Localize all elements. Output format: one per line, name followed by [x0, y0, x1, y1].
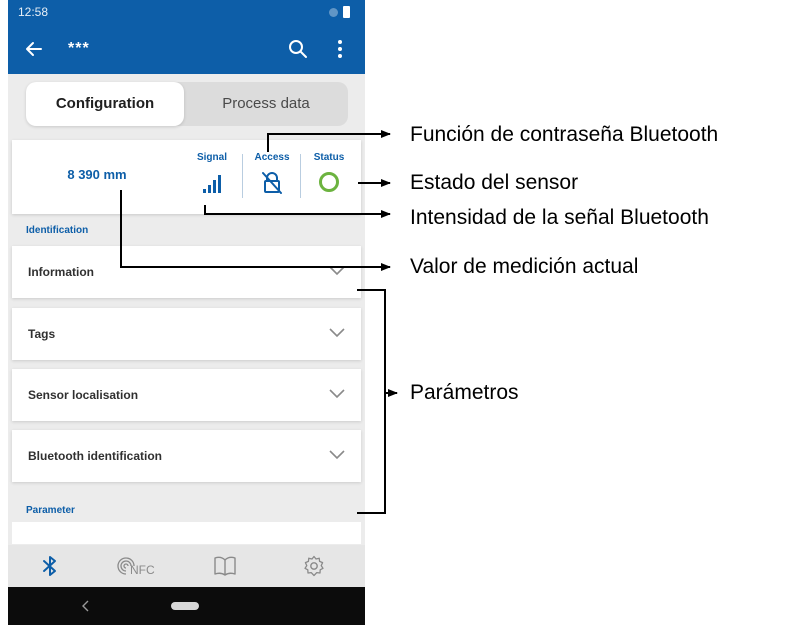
divider	[242, 154, 243, 198]
more-vert-icon[interactable]	[328, 37, 352, 61]
tab-process-data[interactable]: Process data	[184, 82, 348, 126]
chevron-down-icon	[329, 450, 345, 460]
chevron-down-icon	[329, 266, 345, 276]
book-icon[interactable]	[212, 554, 238, 578]
accordion-bluetooth-identification[interactable]: Bluetooth identification	[12, 430, 361, 482]
access-indicator: Access	[244, 152, 300, 202]
chevron-down-icon	[329, 389, 345, 399]
app-bar: ***	[8, 24, 365, 74]
chevron-down-icon	[329, 328, 345, 338]
annotation-signal-strength: Intensidad de la señal Bluetooth	[410, 206, 709, 229]
status-ring-icon	[319, 172, 339, 192]
battery-icon	[343, 6, 350, 18]
accordion-information[interactable]: Information	[12, 246, 361, 298]
accordion-tags[interactable]: Tags	[12, 308, 361, 360]
accordion-label: Sensor localisation	[28, 388, 139, 402]
accordion-sensor-localisation[interactable]: Sensor localisation	[12, 369, 361, 421]
nfc-label: NFC	[130, 563, 155, 577]
system-nav-bar	[8, 587, 365, 625]
phone-screen: 12:58 *** Configuration Process data 8 3…	[8, 0, 365, 625]
tab-bar: Configuration Process data	[26, 82, 348, 126]
nav-back-icon[interactable]	[80, 599, 92, 613]
signal-bars-icon	[203, 175, 221, 193]
annotation-measurement-value: Valor de medición actual	[410, 255, 639, 278]
nav-home-pill[interactable]	[171, 602, 199, 610]
lock-crossed-icon	[262, 172, 282, 194]
page-title: ***	[68, 40, 90, 57]
tab-configuration[interactable]: Configuration	[26, 82, 184, 126]
wifi-icon	[329, 8, 338, 17]
annotation-parameters: Parámetros	[410, 381, 519, 404]
status-label: Status	[313, 152, 345, 163]
status-bar: 12:58	[8, 0, 365, 24]
measurement-value: 8 390 mm	[67, 167, 127, 182]
status-time: 12:58	[18, 5, 49, 19]
annotation-bluetooth-password: Función de contraseña Bluetooth	[410, 123, 719, 146]
signal-indicator: Signal	[184, 152, 240, 202]
annotation-sensor-status: Estado del sensor	[410, 171, 579, 194]
search-icon[interactable]	[286, 37, 310, 61]
sensor-summary-card: 8 390 mm Signal Access Status	[12, 140, 361, 214]
section-title-identification: Identification	[26, 225, 89, 236]
section-title-parameter: Parameter	[26, 505, 75, 516]
parameter-list-partial	[12, 522, 361, 544]
signal-label: Signal	[196, 152, 227, 163]
status-icons	[325, 6, 355, 18]
bottom-nav: NFC	[8, 545, 365, 587]
settings-gear-icon[interactable]	[302, 554, 326, 578]
back-arrow-icon[interactable]	[22, 37, 46, 61]
bluetooth-icon[interactable]	[40, 554, 60, 578]
accordion-label: Bluetooth identification	[28, 449, 162, 463]
access-label: Access	[254, 152, 290, 163]
status-indicator: Status	[301, 152, 357, 202]
accordion-label: Information	[28, 265, 94, 279]
nfc-tab[interactable]: NFC	[114, 554, 160, 578]
accordion-label: Tags	[28, 327, 56, 341]
